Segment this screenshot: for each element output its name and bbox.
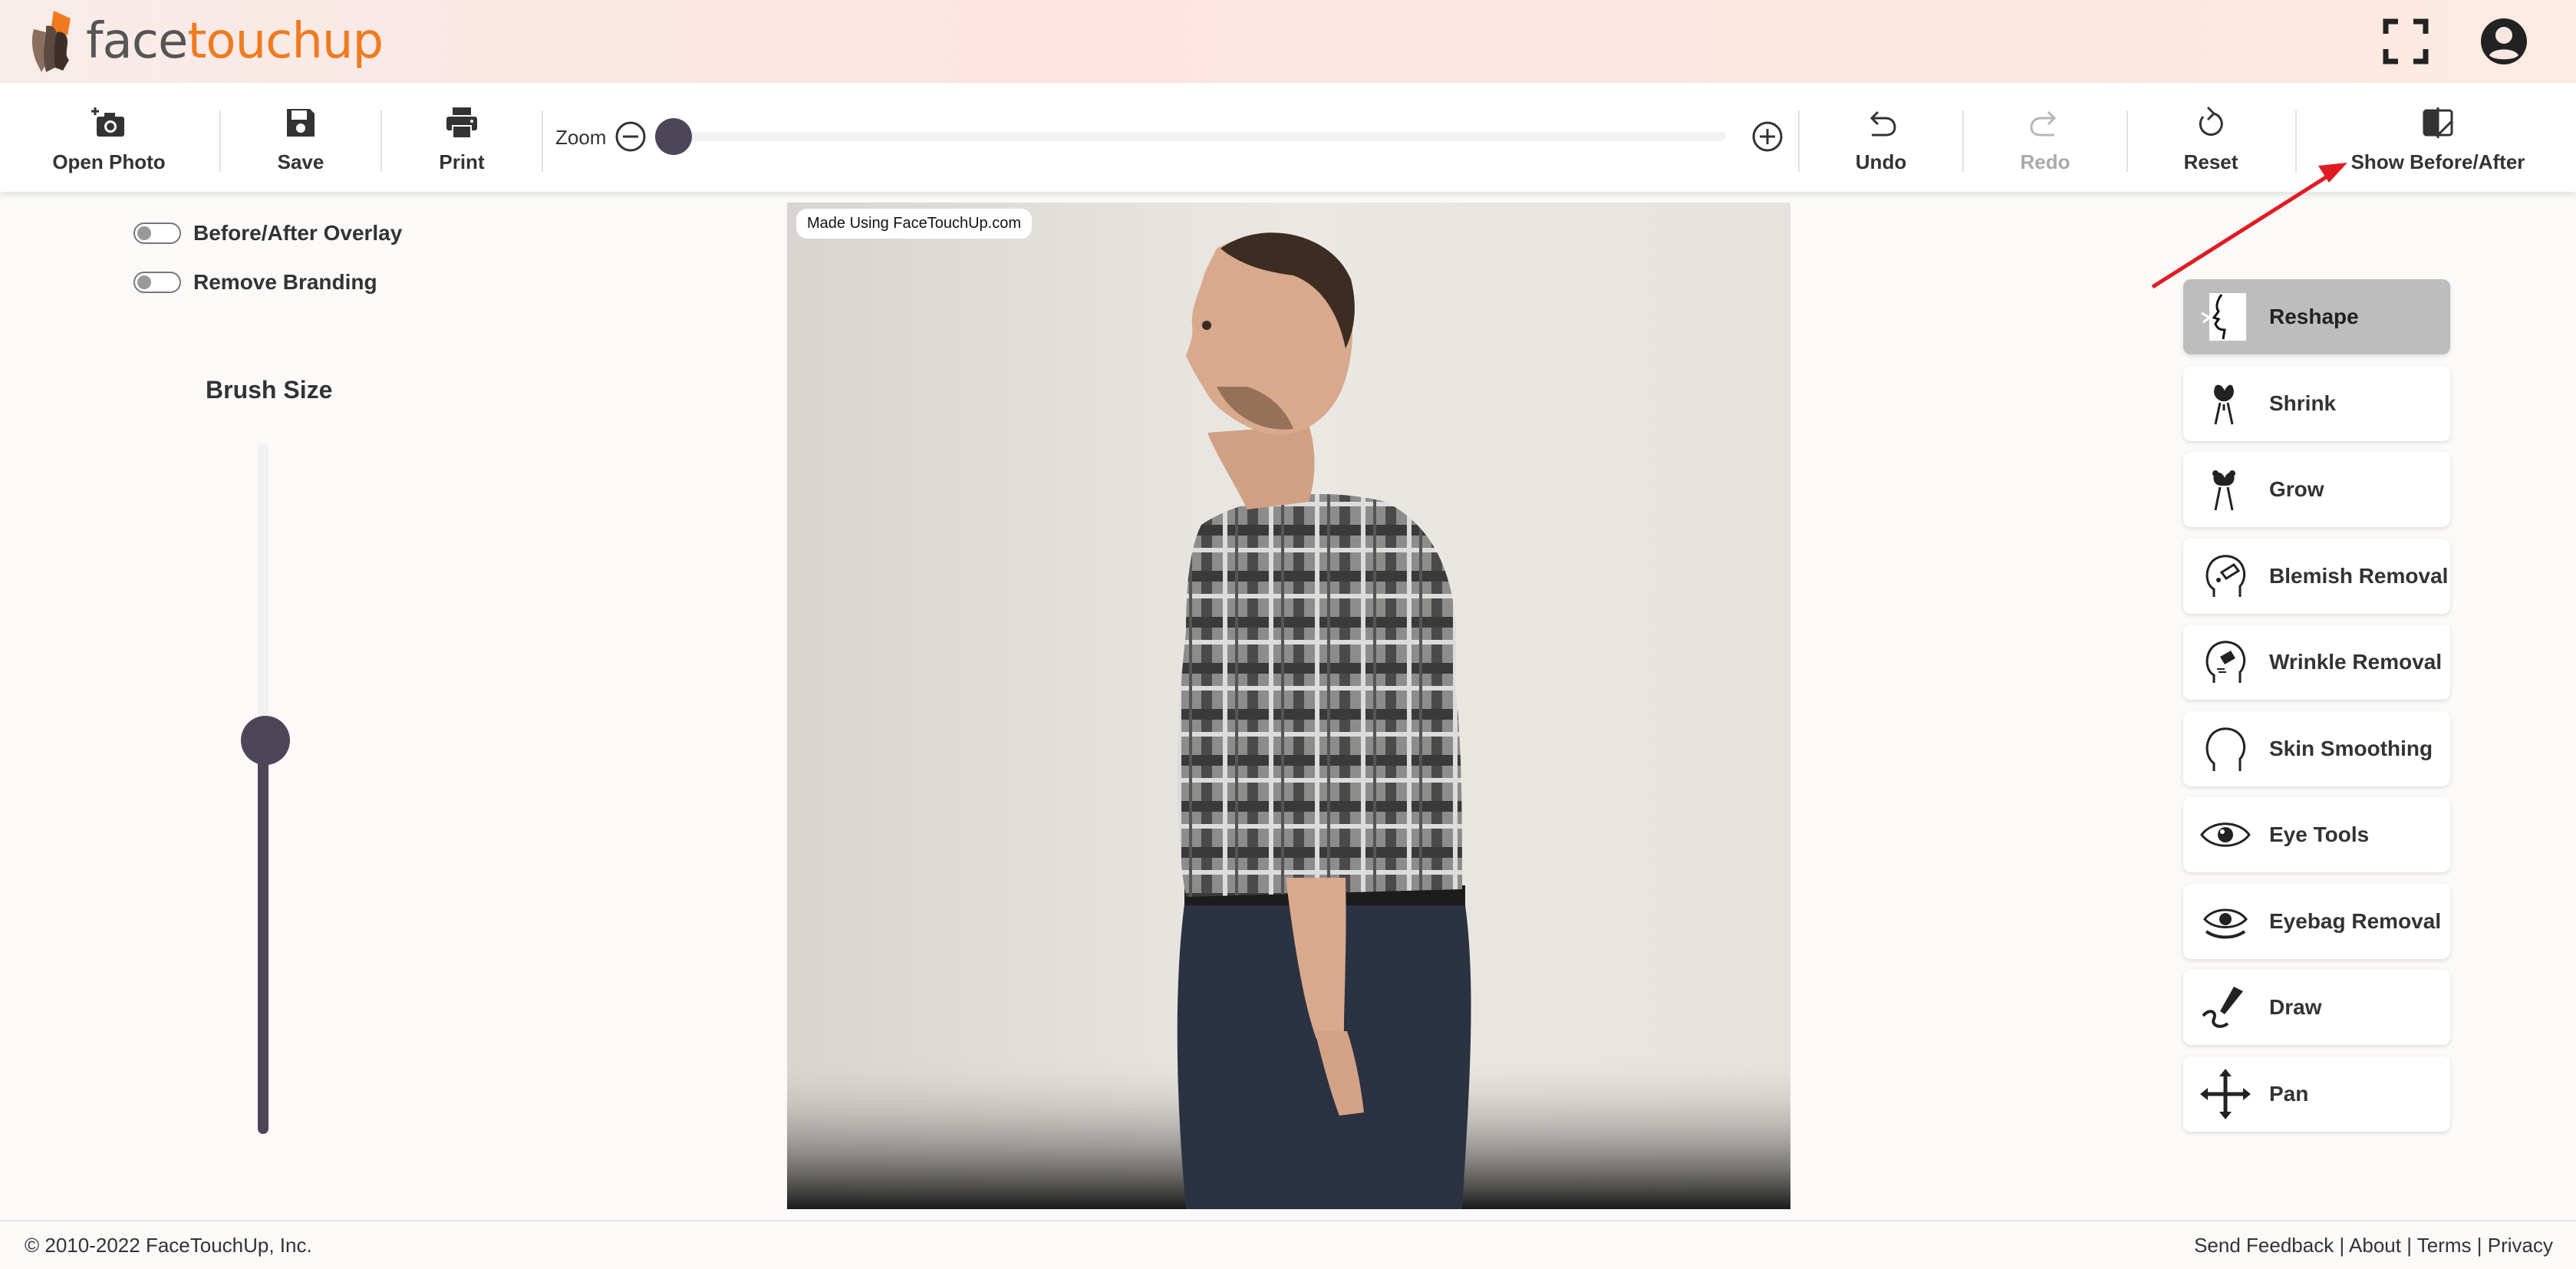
logo-text: facetouchup: [86, 13, 384, 70]
tool-draw[interactable]: Draw: [2183, 970, 2450, 1045]
tool-label: Eye Tools: [2269, 822, 2370, 846]
about-link[interactable]: About: [2349, 1234, 2401, 1257]
tool-label: Shrink: [2269, 391, 2337, 415]
tool-shrink[interactable]: Shrink: [2183, 365, 2450, 441]
before-after-overlay-row: Before/After Overlay: [133, 221, 402, 246]
toolbar-divider: [2295, 110, 2297, 172]
open-photo-label: Open Photo: [52, 150, 166, 173]
save-icon: [287, 109, 315, 137]
wrinkle-icon: [2205, 641, 2246, 683]
zoom-in-icon[interactable]: [1751, 120, 1784, 153]
pan-icon: [2200, 1068, 2251, 1119]
facetouchup-logo[interactable]: facetouchup: [23, 9, 384, 74]
tool-skin-smoothing[interactable]: Skin Smoothing: [2183, 710, 2450, 786]
remove-branding-row: Remove Branding: [133, 270, 377, 295]
brush-size-slider-thumb[interactable]: [241, 716, 290, 765]
grow-icon: [2212, 470, 2235, 511]
remove-branding-label: Remove Branding: [193, 270, 377, 294]
copyright-text: © 2010-2022 FaceTouchUp, Inc.: [25, 1234, 312, 1257]
logo-text-face: face: [86, 13, 188, 70]
save-button[interactable]: Save: [262, 104, 339, 181]
undo-button[interactable]: Undo: [1843, 104, 1919, 181]
undo-label: Undo: [1855, 150, 1907, 173]
tool-wrinkle-removal[interactable]: Wrinkle Removal: [2183, 625, 2450, 700]
toolbar-divider: [219, 110, 221, 172]
tool-label: Reshape: [2269, 305, 2359, 328]
logo-faces-icon: [31, 11, 71, 72]
print-button[interactable]: Print: [423, 104, 500, 181]
footer-links: Send Feedback | About | Terms | Privacy: [2194, 1234, 2553, 1257]
toolbar-divider: [380, 110, 382, 172]
tool-label: Wrinkle Removal: [2269, 650, 2443, 674]
send-feedback-link[interactable]: Send Feedback: [2194, 1234, 2334, 1257]
show-before-after-button[interactable]: Show Before/After: [2347, 104, 2528, 181]
terms-link[interactable]: Terms: [2417, 1234, 2472, 1257]
before-after-overlay-label: Before/After Overlay: [193, 221, 403, 245]
print-label: Print: [439, 150, 485, 173]
remove-branding-toggle[interactable]: [133, 272, 181, 293]
redo-icon: [2030, 110, 2057, 137]
tool-label: Draw: [2269, 995, 2322, 1019]
photo-canvas[interactable]: Made Using FaceTouchUp.com: [787, 203, 1790, 1209]
redo-label: Redo: [2020, 150, 2070, 173]
skin-smoothing-icon: [2205, 727, 2246, 771]
redo-button[interactable]: Redo: [2007, 104, 2084, 181]
undo-icon: [1869, 110, 1896, 137]
logo-text-touchup: touchup: [187, 13, 384, 70]
edited-photo: [787, 203, 1790, 1209]
tool-reshape[interactable]: Reshape: [2183, 279, 2450, 354]
tool-label: Skin Smoothing: [2269, 736, 2433, 760]
tool-label: Grow: [2269, 477, 2324, 501]
zoom-label: Zoom: [555, 126, 607, 149]
reshape-icon: [2199, 290, 2252, 344]
zoom-slider-track[interactable]: [667, 132, 1726, 141]
tool-label: Pan: [2269, 1081, 2309, 1106]
privacy-link[interactable]: Privacy: [2488, 1234, 2553, 1257]
tool-label: Blemish Removal: [2269, 563, 2449, 588]
zoom-slider-thumb[interactable]: [655, 118, 692, 155]
draw-icon: [2202, 987, 2243, 1028]
fullscreen-icon[interactable]: [2381, 17, 2430, 66]
reset-label: Reset: [2183, 150, 2238, 173]
app-header: facetouchup: [0, 0, 2576, 83]
blemish-icon: [2205, 555, 2246, 597]
show-before-after-label: Show Before/After: [2350, 150, 2525, 173]
brush-size-title: Brush Size: [206, 376, 333, 404]
tool-eyebag-removal[interactable]: Eyebag Removal: [2183, 883, 2450, 959]
toolbar-divider: [1962, 110, 1964, 172]
save-label: Save: [277, 150, 324, 173]
footer-separator: |: [2476, 1234, 2482, 1257]
photo-watermark: Made Using FaceTouchUp.com: [796, 209, 1033, 239]
reset-button[interactable]: Reset: [2172, 104, 2249, 181]
open-photo-button[interactable]: Open Photo: [48, 104, 170, 181]
tool-blemish-removal[interactable]: Blemish Removal: [2183, 538, 2450, 614]
brush-size-slider-fill: [258, 740, 268, 1134]
toolbar-divider: [2126, 110, 2128, 172]
before-after-overlay-toggle[interactable]: [133, 222, 181, 244]
shrink-icon: [2214, 384, 2234, 424]
tool-pan[interactable]: Pan: [2183, 1056, 2450, 1132]
eyebag-icon: [2203, 908, 2248, 938]
add-photo-icon: [91, 107, 124, 137]
reset-icon: [2199, 106, 2223, 136]
zoom-out-icon[interactable]: [614, 120, 647, 153]
page-footer: © 2010-2022 FaceTouchUp, Inc. Send Feedb…: [0, 1220, 2576, 1269]
footer-separator: |: [2339, 1234, 2345, 1257]
account-icon[interactable]: [2479, 17, 2528, 66]
tool-grow[interactable]: Grow: [2183, 452, 2450, 527]
tool-eye-tools[interactable]: Eye Tools: [2183, 797, 2450, 872]
print-icon: [446, 107, 477, 139]
toolbar-divider: [542, 110, 543, 172]
footer-separator: |: [2406, 1234, 2412, 1257]
eye-icon: [2200, 822, 2251, 847]
compare-icon: [2423, 107, 2453, 138]
tool-label: Eyebag Removal: [2269, 908, 2442, 933]
toolbar-divider: [1798, 110, 1800, 172]
